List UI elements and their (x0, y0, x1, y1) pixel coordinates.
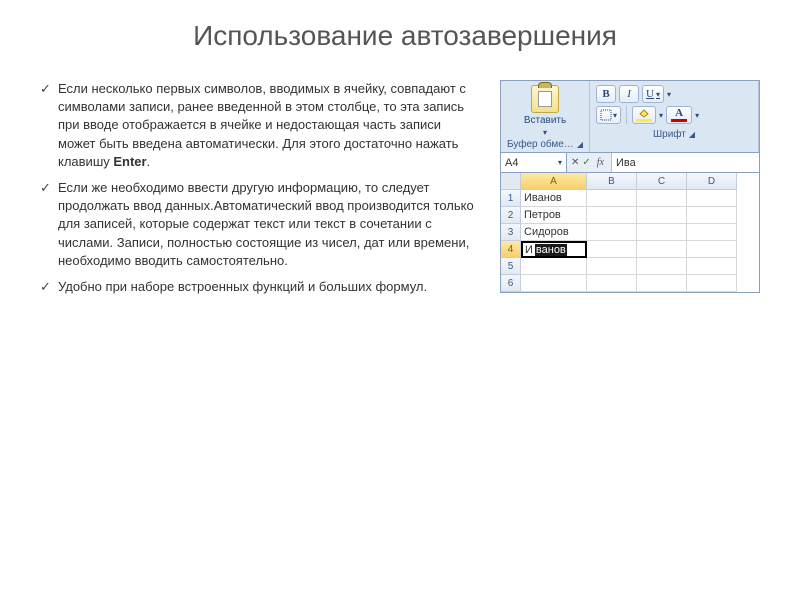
row-header[interactable]: 6 (501, 275, 521, 292)
clipboard-group: Вставить ▾ Буфер обме… ◢ (501, 81, 590, 152)
slide: Использование автозавершения Если нескол… (0, 0, 800, 600)
row-header[interactable]: 4 (501, 241, 521, 258)
cell[interactable] (521, 275, 587, 292)
confirm-icon[interactable]: ✓ (582, 157, 590, 168)
chevron-down-icon: ▾ (543, 128, 547, 137)
italic-button[interactable]: I (619, 85, 639, 103)
row-header[interactable]: 1 (501, 190, 521, 207)
chevron-down-icon: ▾ (667, 90, 671, 99)
cell[interactable] (637, 190, 687, 207)
excel-window: Вставить ▾ Буфер обме… ◢ B I U▾ (500, 80, 760, 293)
cell[interactable] (637, 241, 687, 258)
excel-screenshot: Вставить ▾ Буфер обме… ◢ B I U▾ (500, 80, 760, 304)
ribbon: Вставить ▾ Буфер обме… ◢ B I U▾ (501, 81, 759, 153)
font-group-label: Шрифт ◢ (653, 129, 695, 140)
chevron-down-icon: ▾ (695, 111, 699, 120)
dialog-launcher-icon[interactable]: ◢ (689, 130, 695, 139)
cell[interactable] (587, 258, 637, 275)
row-header[interactable]: 3 (501, 224, 521, 241)
cell[interactable] (687, 275, 737, 292)
chevron-down-icon: ▾ (659, 111, 663, 120)
list-item: Удобно при наборе встроенных функций и б… (40, 278, 480, 296)
autocomplete-selection: ванов (535, 244, 567, 256)
list-item: Если несколько первых символов, вводимых… (40, 80, 480, 171)
paste-icon (531, 85, 559, 113)
border-icon (600, 109, 612, 121)
bullet-list: Если несколько первых символов, вводимых… (40, 80, 480, 296)
formula-input[interactable]: Ива (612, 153, 759, 172)
formula-buttons: ✕ ✓ fx (567, 153, 612, 172)
cell[interactable] (687, 224, 737, 241)
cell[interactable] (637, 258, 687, 275)
col-header[interactable]: C (637, 173, 687, 190)
select-all-corner[interactable] (501, 173, 521, 190)
chevron-down-icon: ▾ (558, 158, 562, 167)
cell[interactable] (687, 190, 737, 207)
col-header[interactable]: D (687, 173, 737, 190)
name-box[interactable]: A4 ▾ (501, 153, 567, 172)
cancel-icon[interactable]: ✕ (571, 157, 579, 168)
cell[interactable] (587, 224, 637, 241)
spreadsheet-grid[interactable]: A B C D 1 Иванов 2 Петров (501, 173, 759, 292)
chevron-down-icon: ▾ (656, 90, 660, 99)
font-color-button[interactable]: A (666, 106, 692, 124)
cell[interactable] (687, 258, 737, 275)
col-header[interactable]: B (587, 173, 637, 190)
key-name: Enter (113, 154, 146, 169)
cell[interactable] (637, 207, 687, 224)
bucket-icon (638, 109, 650, 118)
bullet-text: Удобно при наборе встроенных функций и б… (58, 279, 427, 294)
cell[interactable] (587, 190, 637, 207)
cell[interactable] (587, 241, 637, 258)
list-item: Если же необходимо ввести другую информа… (40, 179, 480, 270)
cell[interactable]: Петров (521, 207, 587, 224)
cell[interactable] (687, 207, 737, 224)
row-header[interactable]: 5 (501, 258, 521, 275)
fill-color-button[interactable] (632, 106, 656, 124)
bullet-text: Если же необходимо ввести другую информа… (58, 180, 474, 268)
paste-button[interactable]: Вставить ▾ (525, 85, 565, 137)
font-group: B I U▾ ▾ ▾ (590, 81, 759, 152)
paste-label: Вставить (524, 115, 566, 126)
formula-bar: A4 ▾ ✕ ✓ fx Ива (501, 153, 759, 173)
cell[interactable] (637, 275, 687, 292)
clipboard-group-label: Буфер обме… ◢ (507, 139, 583, 150)
cell[interactable] (637, 224, 687, 241)
cell[interactable] (687, 241, 737, 258)
row-header[interactable]: 2 (501, 207, 521, 224)
fx-button[interactable]: fx (594, 157, 607, 168)
underline-button[interactable]: U▾ (642, 85, 664, 103)
bullet-text-post: . (147, 154, 151, 169)
cell[interactable]: Сидоров (521, 224, 587, 241)
border-button[interactable]: ▾ (596, 106, 621, 124)
cell[interactable] (587, 275, 637, 292)
typed-text: И (523, 244, 535, 256)
cell[interactable] (521, 258, 587, 275)
dialog-launcher-icon[interactable]: ◢ (577, 140, 583, 149)
col-header[interactable]: A (521, 173, 587, 190)
content-row: Если несколько первых символов, вводимых… (40, 80, 770, 304)
cell[interactable]: Иванов (521, 190, 587, 207)
chevron-down-icon: ▾ (613, 111, 617, 120)
slide-title: Использование автозавершения (40, 20, 770, 52)
cell-editing[interactable]: Иванов (521, 241, 587, 258)
bullet-list-container: Если несколько первых символов, вводимых… (40, 80, 480, 304)
cell[interactable] (587, 207, 637, 224)
bold-button[interactable]: B (596, 85, 616, 103)
